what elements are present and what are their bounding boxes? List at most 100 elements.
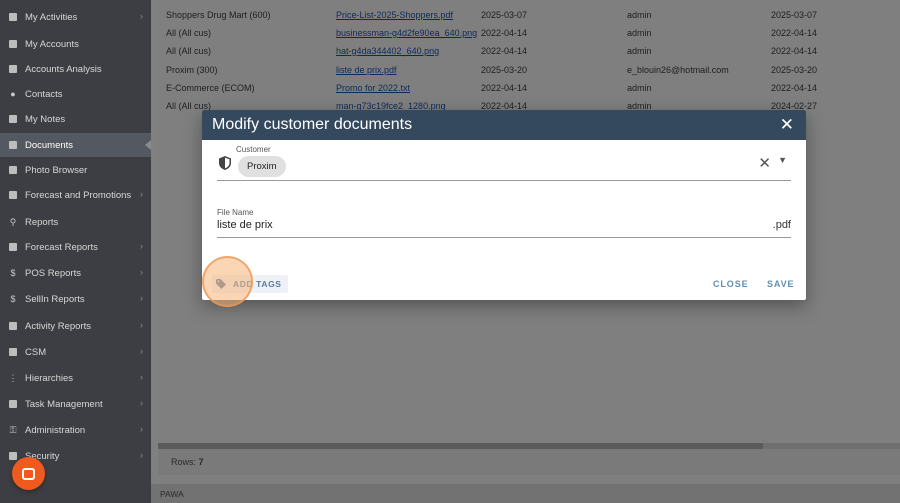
add-tags-label: ADD TAGS [233,279,282,289]
cell-user: admin [627,28,652,38]
cell-user: admin [627,83,652,93]
cell-file-link[interactable]: businessman-g4d2fe90ea_640.png [336,28,477,38]
sidebar-item-forecast-reports[interactable]: Forecast Reports › [0,235,151,259]
cell-modified: 2025-03-07 [771,10,818,20]
file-name-field[interactable]: File Name .pdf [217,208,791,238]
documents-icon [8,140,18,150]
cell-customer: E-Commerce (ECOM) [166,83,255,93]
sidebar-item-label: Photo Browser [25,164,88,176]
cell-customer: Proxim (300) [166,65,218,75]
dialog-header: Modify customer documents ✕ [202,110,806,140]
sidebar: My Activities › My Accounts Accounts Ana… [0,0,151,503]
grid-status-bar: Rows: 7 [158,449,900,475]
chevron-right-icon: › [140,398,143,408]
sidebar-item-hierarchies[interactable]: ⋮ Hierarchies › [0,366,151,390]
sidebar-item-label: Contacts [25,88,63,100]
file-name-input[interactable] [217,219,737,231]
rows-value: 7 [198,457,204,467]
cell-user: admin [627,10,652,20]
analysis-icon [8,64,18,74]
sidebar-item-activity-reports[interactable]: Activity Reports › [0,314,151,338]
chevron-right-icon: › [140,320,143,330]
cell-user: admin [627,46,652,56]
chevron-right-icon: › [140,424,143,434]
sidebar-item-label: My Accounts [25,38,79,50]
table-row[interactable]: Shoppers Drug Mart (600) Price-List-2025… [158,6,900,24]
modify-documents-dialog: Modify customer documents ✕ Customer Pro… [202,110,806,300]
cell-modified: 2025-03-20 [771,65,818,75]
key-icon: ⚿ [9,424,17,435]
report-icon [8,242,18,252]
cell-modified: 2022-04-14 [771,28,818,38]
sidebar-item-forecast-and-promotions[interactable]: Forecast and Promotions › [0,183,151,207]
customer-field[interactable]: Customer Proxim ✕ ▼ [217,144,791,181]
sidebar-item-my-notes[interactable]: My Notes [0,107,151,131]
cell-file-link[interactable]: hat-g4da344402_640.png [336,46,439,56]
sidebar-item-reports[interactable]: ⚲ Reports [0,210,151,234]
table-row[interactable]: All (All cus) hat-g4da344402_640.png 202… [158,42,900,60]
sidebar-item-label: Forecast Reports [25,241,98,253]
hierarchy-icon: ⋮ [8,372,18,383]
cell-modified: 2022-04-14 [771,83,818,93]
cell-date: 2022-04-14 [481,83,528,93]
sidebar-item-label: CSM [25,346,47,358]
sidebar-item-label: Accounts Analysis [25,63,102,75]
sidebar-item-label: POS Reports [25,267,81,279]
cell-user: e_blouin26@hotmail.com [627,65,729,75]
sidebar-item-label: Task Management [25,398,103,410]
building-icon [8,39,18,49]
footer: PAWA [151,484,900,503]
sidebar-item-label: My Notes [25,113,66,125]
dollar-icon: $ [10,268,16,278]
file-name-label: File Name [217,208,254,217]
chevron-right-icon: › [140,372,143,382]
cell-date: 2025-03-07 [481,10,528,20]
sidebar-item-accounts-analysis[interactable]: Accounts Analysis [0,57,151,81]
search-icon: ⚲ [9,216,17,227]
add-tags-button[interactable]: ADD TAGS [212,275,288,293]
close-button[interactable]: CLOSE [713,279,749,289]
customer-chip[interactable]: Proxim [238,156,286,177]
task-icon [8,399,18,409]
person-icon: ● [10,89,16,99]
sidebar-item-my-accounts[interactable]: My Accounts [0,32,151,56]
cell-file-link[interactable]: Price-List-2025-Shoppers.pdf [336,10,453,20]
cell-customer: All (All cus) [166,28,212,38]
cell-modified: 2022-04-14 [771,46,818,56]
table-row[interactable]: E-Commerce (ECOM) Promo for 2022.txt 202… [158,79,900,97]
rows-label: Rows: [171,457,197,467]
customer-field-label: Customer [236,145,271,154]
forecast-icon [8,190,18,200]
note-icon [8,114,18,124]
sidebar-item-administration[interactable]: ⚿ Administration › [0,418,151,442]
save-button[interactable]: SAVE [767,279,794,289]
chevron-right-icon: › [140,11,143,21]
cell-date: 2022-04-14 [481,28,528,38]
cell-file-link[interactable]: Promo for 2022.txt [336,83,410,93]
sidebar-item-label: Hierarchies [25,372,74,384]
chevron-down-icon[interactable]: ▼ [778,155,787,165]
sidebar-item-task-management[interactable]: Task Management › [0,392,151,416]
sidebar-item-label: My Activities [25,11,78,23]
sidebar-item-my-activities[interactable]: My Activities › [0,5,151,29]
sidebar-item-photo-browser[interactable]: Photo Browser [0,158,151,182]
chevron-right-icon: › [140,346,143,356]
sidebar-item-label: SellIn Reports [25,293,85,305]
sidebar-item-csm[interactable]: CSM › [0,340,151,364]
chat-launcher-button[interactable] [12,457,45,490]
sidebar-item-sellin-reports[interactable]: $ SellIn Reports › [0,287,151,311]
sidebar-item-label: Documents [25,139,74,151]
table-row[interactable]: All (All cus) businessman-g4d2fe90ea_640… [158,24,900,42]
table-row[interactable]: Proxim (300) liste de prix.pdf 2025-03-2… [158,61,900,79]
cell-file-link[interactable]: liste de prix.pdf [336,65,397,75]
rows-count: Rows: 7 [171,457,204,467]
sidebar-item-label: Forecast and Promotions [25,189,132,201]
sidebar-item-contacts[interactable]: ● Contacts [0,82,151,106]
list-icon [8,347,18,357]
sidebar-item-pos-reports[interactable]: $ POS Reports › [0,261,151,285]
sidebar-item-documents[interactable]: Documents [0,133,151,157]
close-icon[interactable]: ✕ [780,115,794,135]
clear-icon[interactable]: ✕ [758,154,771,172]
cell-date: 2025-03-20 [481,65,528,75]
sidebar-item-label: Administration [25,424,86,436]
